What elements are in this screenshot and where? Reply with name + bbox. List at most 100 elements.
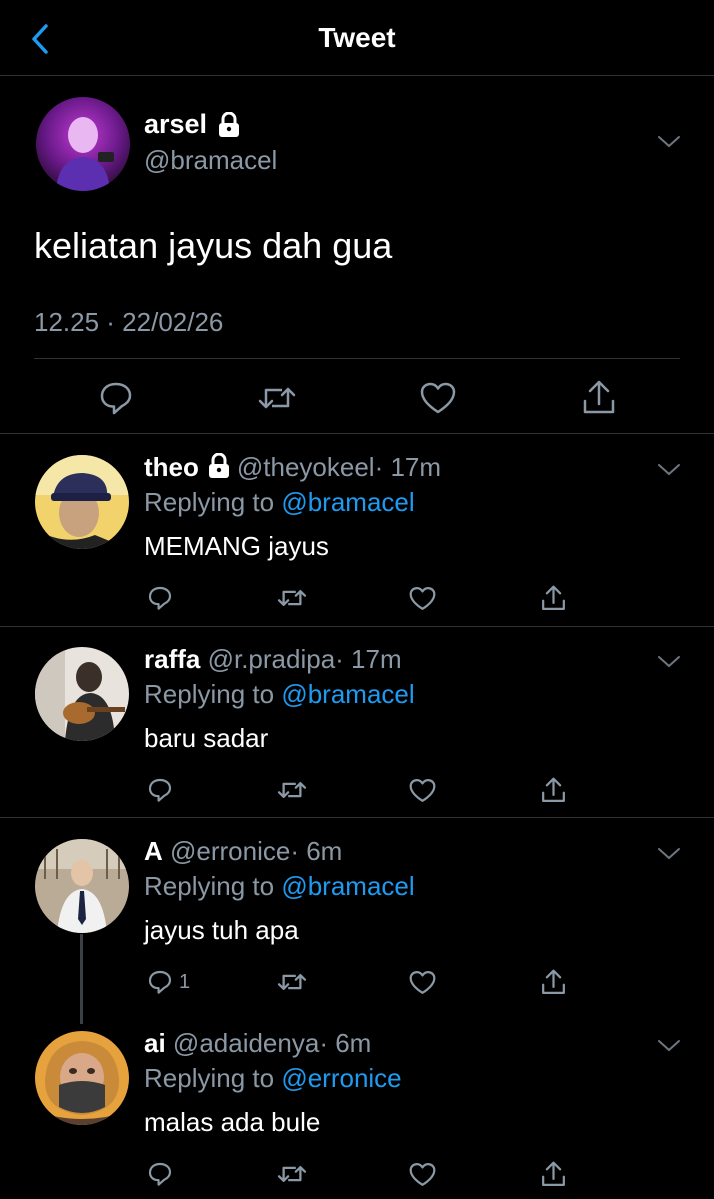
retweet-button[interactable]	[276, 1157, 308, 1191]
author-handle[interactable]: @erronice	[170, 836, 290, 866]
reply-tweet[interactable]: theo @theyokeel· 17m Replying to @bramace…	[0, 435, 714, 627]
reply-time: · 17m	[335, 644, 402, 674]
chevron-down-icon	[658, 656, 680, 668]
mention-link[interactable]: @erronice	[281, 1063, 401, 1093]
chevron-down-icon	[658, 464, 680, 476]
author-name[interactable]: raffa	[144, 644, 200, 674]
chevron-down-icon	[658, 136, 680, 148]
mention-link[interactable]: @bramacel	[281, 679, 414, 709]
like-button[interactable]	[407, 773, 438, 807]
reply-actions	[0, 773, 714, 807]
reply-tweet[interactable]: raffa @r.pradipa· 17m Replying to @brama…	[0, 627, 714, 818]
top-bar: Tweet	[0, 0, 714, 76]
share-icon	[583, 380, 615, 414]
more-options-button[interactable]	[657, 134, 681, 150]
retweet-icon	[277, 1166, 307, 1182]
reply-icon	[148, 586, 172, 610]
replying-label: Replying to	[144, 1063, 275, 1093]
share-button[interactable]	[538, 773, 569, 807]
reply-count: 1	[179, 970, 191, 993]
author-handle[interactable]: @theyokeel	[237, 452, 375, 482]
share-icon	[542, 777, 565, 802]
like-button[interactable]	[407, 581, 438, 615]
author-handle[interactable]: @adaidenya	[173, 1028, 319, 1058]
author-row: arsel	[144, 109, 241, 140]
tweet-actions	[0, 377, 714, 419]
lock-icon	[219, 111, 240, 137]
author-handle[interactable]: @bramacel	[144, 145, 277, 176]
reply-actions	[0, 1157, 714, 1191]
main-tweet: arsel @bramacel keliatan jayus dah gua 1…	[0, 77, 714, 434]
more-options-button[interactable]	[657, 462, 681, 478]
avatar[interactable]	[35, 839, 129, 933]
reply-tweet[interactable]: A @erronice· 6m Replying to @bramacel ja…	[0, 819, 714, 1010]
retweet-button[interactable]	[276, 965, 308, 999]
reply-time: · 6m	[290, 836, 343, 866]
share-button[interactable]	[538, 1157, 569, 1191]
replying-label: Replying to	[144, 487, 275, 517]
replying-to: Replying to @bramacel	[144, 679, 415, 710]
reply-icon	[148, 970, 172, 994]
share-button[interactable]	[538, 965, 569, 999]
mention-link[interactable]: @bramacel	[281, 871, 414, 901]
mention-link[interactable]: @bramacel	[281, 487, 414, 517]
reply-header: raffa @r.pradipa· 17m	[144, 644, 402, 675]
divider	[34, 358, 680, 359]
author-handle[interactable]: @r.pradipa	[208, 644, 336, 674]
replying-to: Replying to @bramacel	[144, 871, 415, 902]
share-icon	[542, 969, 565, 994]
reply-text: baru sadar	[144, 723, 269, 753]
reply-header: ai @adaidenya· 6m	[144, 1028, 371, 1059]
heart-icon	[409, 1162, 436, 1186]
author-name[interactable]: A	[144, 836, 163, 866]
replying-label: Replying to	[144, 871, 275, 901]
reply-tweet[interactable]: ai @adaidenya· 6m Replying to @erronice …	[0, 1011, 714, 1199]
chevron-down-icon	[658, 848, 680, 860]
reply-time: · 17m	[374, 452, 442, 482]
heart-icon	[409, 778, 436, 802]
reply-actions: 1	[0, 965, 714, 999]
avatar[interactable]	[35, 455, 129, 549]
retweet-button[interactable]	[276, 581, 308, 615]
share-button[interactable]	[538, 581, 569, 615]
like-button[interactable]	[407, 1157, 438, 1191]
tweet-timestamp[interactable]: 12.25 · 22/02/26	[34, 307, 223, 338]
retweet-icon	[258, 387, 296, 409]
author-name[interactable]: arsel	[144, 109, 207, 140]
chevron-down-icon	[658, 1040, 680, 1052]
page-title: Tweet	[318, 22, 396, 53]
more-options-button[interactable]	[657, 1038, 681, 1054]
like-button[interactable]	[417, 377, 459, 419]
share-icon	[542, 585, 565, 610]
lock-icon	[208, 453, 229, 478]
more-options-button[interactable]	[657, 846, 681, 862]
heart-icon	[409, 586, 436, 610]
tweet-detail-screen: Tweet arsel @bramacel keliatan jayus dah…	[0, 0, 714, 1199]
replying-to: Replying to @erronice	[144, 1063, 402, 1094]
author-name[interactable]: ai	[144, 1028, 166, 1058]
reply-button[interactable]: 1	[145, 965, 190, 999]
heart-icon	[409, 970, 436, 994]
heart-icon	[420, 382, 456, 414]
retweet-icon	[277, 590, 307, 606]
share-button[interactable]	[578, 377, 620, 419]
reply-text: malas ada bule	[144, 1107, 321, 1137]
reply-button[interactable]	[95, 377, 137, 419]
author-name[interactable]: theo	[144, 452, 199, 482]
reply-icon	[100, 382, 132, 415]
reply-icon	[148, 1162, 172, 1186]
like-button[interactable]	[407, 965, 438, 999]
more-options-button[interactable]	[657, 654, 681, 670]
retweet-button[interactable]	[256, 377, 298, 419]
replying-label: Replying to	[144, 679, 275, 709]
reply-button[interactable]	[145, 581, 179, 615]
reply-text: MEMANG jayus	[144, 531, 329, 561]
avatar[interactable]	[35, 647, 129, 741]
reply-time: · 6m	[319, 1028, 372, 1058]
reply-button[interactable]	[145, 773, 179, 807]
avatar[interactable]	[35, 1031, 129, 1125]
avatar[interactable]	[36, 97, 130, 191]
reply-text: jayus tuh apa	[144, 915, 299, 945]
reply-button[interactable]	[145, 1157, 179, 1191]
retweet-button[interactable]	[276, 773, 308, 807]
